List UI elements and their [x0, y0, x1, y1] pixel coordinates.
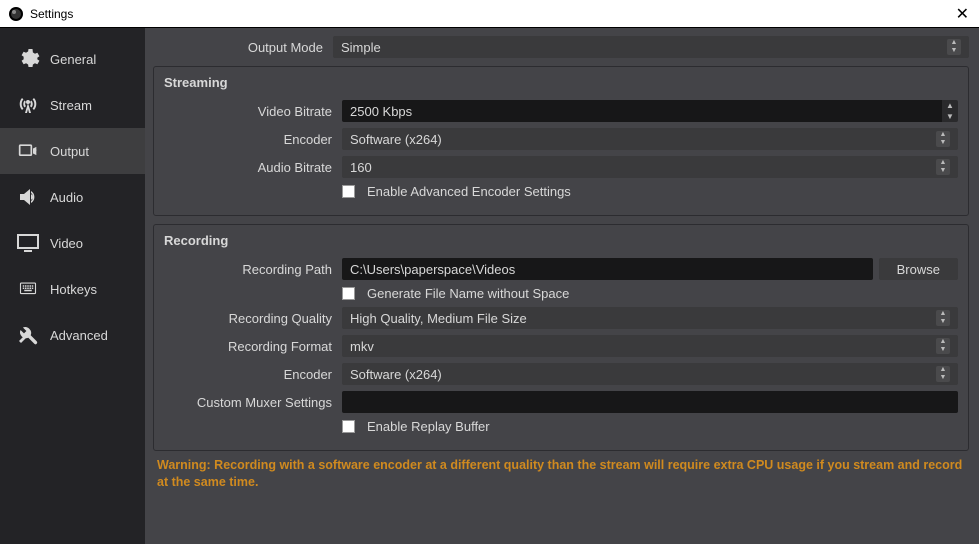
- window-title: Settings: [30, 7, 73, 21]
- browse-button[interactable]: Browse: [879, 258, 958, 280]
- chevron-updown-icon: ▲▼: [936, 366, 950, 382]
- audio-bitrate-label: Audio Bitrate: [162, 160, 342, 175]
- muxer-input[interactable]: [342, 391, 958, 413]
- rec-encoder-select[interactable]: Software (x264) ▲▼: [342, 363, 958, 385]
- output-icon: [14, 137, 42, 165]
- sidebar-item-video[interactable]: Video: [0, 220, 145, 266]
- close-icon[interactable]: ✕: [956, 4, 969, 24]
- recording-format-select[interactable]: mkv ▲▼: [342, 335, 958, 357]
- streaming-group: Streaming Video Bitrate ▲▼ Encoder Softw…: [153, 66, 969, 216]
- chevron-updown-icon: ▲▼: [936, 338, 950, 354]
- sidebar-item-label: Audio: [50, 190, 83, 205]
- obs-logo-icon: [8, 6, 24, 22]
- recording-path-label: Recording Path: [162, 262, 342, 277]
- sidebar-item-hotkeys[interactable]: Hotkeys: [0, 266, 145, 312]
- output-mode-label: Output Mode: [153, 40, 333, 55]
- output-mode-select[interactable]: Simple ▲▼: [333, 36, 969, 58]
- sidebar-item-audio[interactable]: Audio: [0, 174, 145, 220]
- app-body: General Stream Output Audio Video: [0, 28, 979, 544]
- recording-title: Recording: [164, 233, 958, 248]
- main-panel: Output Mode Simple ▲▼ Streaming Video Bi…: [145, 28, 979, 544]
- enable-advanced-checkbox[interactable]: [342, 185, 355, 198]
- recording-group: Recording Recording Path Browse Generate…: [153, 224, 969, 451]
- replay-buffer-label: Enable Replay Buffer: [367, 419, 490, 434]
- sidebar: General Stream Output Audio Video: [0, 28, 145, 544]
- video-bitrate-spin[interactable]: ▲▼: [342, 100, 958, 122]
- sidebar-item-label: Output: [50, 144, 89, 159]
- sidebar-item-output[interactable]: Output: [0, 128, 145, 174]
- muxer-label: Custom Muxer Settings: [162, 395, 342, 410]
- sidebar-item-label: General: [50, 52, 96, 67]
- sidebar-item-label: Stream: [50, 98, 92, 113]
- chevron-updown-icon: ▲▼: [936, 310, 950, 326]
- gear-icon: [14, 45, 42, 73]
- gen-filename-label: Generate File Name without Space: [367, 286, 569, 301]
- stream-encoder-label: Encoder: [162, 132, 342, 147]
- gen-filename-checkbox[interactable]: [342, 287, 355, 300]
- sidebar-item-label: Video: [50, 236, 83, 251]
- recording-format-label: Recording Format: [162, 339, 342, 354]
- audio-bitrate-select[interactable]: 160 ▲▼: [342, 156, 958, 178]
- sidebar-item-general[interactable]: General: [0, 36, 145, 82]
- recording-quality-label: Recording Quality: [162, 311, 342, 326]
- spin-buttons[interactable]: ▲▼: [942, 100, 958, 122]
- sidebar-item-advanced[interactable]: Advanced: [0, 312, 145, 358]
- chevron-updown-icon: ▲▼: [936, 159, 950, 175]
- recording-path-input[interactable]: [342, 258, 873, 280]
- monitor-icon: [14, 229, 42, 257]
- chevron-updown-icon: ▲▼: [947, 39, 961, 55]
- streaming-title: Streaming: [164, 75, 958, 90]
- chevron-updown-icon: ▲▼: [936, 131, 950, 147]
- sidebar-item-label: Advanced: [50, 328, 108, 343]
- replay-buffer-checkbox[interactable]: [342, 420, 355, 433]
- enable-advanced-label: Enable Advanced Encoder Settings: [367, 184, 571, 199]
- recording-quality-select[interactable]: High Quality, Medium File Size ▲▼: [342, 307, 958, 329]
- sidebar-item-stream[interactable]: Stream: [0, 82, 145, 128]
- output-mode-row: Output Mode Simple ▲▼: [153, 36, 969, 58]
- antenna-icon: [14, 91, 42, 119]
- warning-text: Warning: Recording with a software encod…: [153, 451, 969, 495]
- tools-icon: [14, 321, 42, 349]
- stream-encoder-select[interactable]: Software (x264) ▲▼: [342, 128, 958, 150]
- video-bitrate-label: Video Bitrate: [162, 104, 342, 119]
- sidebar-item-label: Hotkeys: [50, 282, 97, 297]
- speaker-icon: [14, 183, 42, 211]
- titlebar: Settings ✕: [0, 0, 979, 28]
- keyboard-icon: [14, 275, 42, 303]
- video-bitrate-input[interactable]: [342, 100, 942, 122]
- rec-encoder-label: Encoder: [162, 367, 342, 382]
